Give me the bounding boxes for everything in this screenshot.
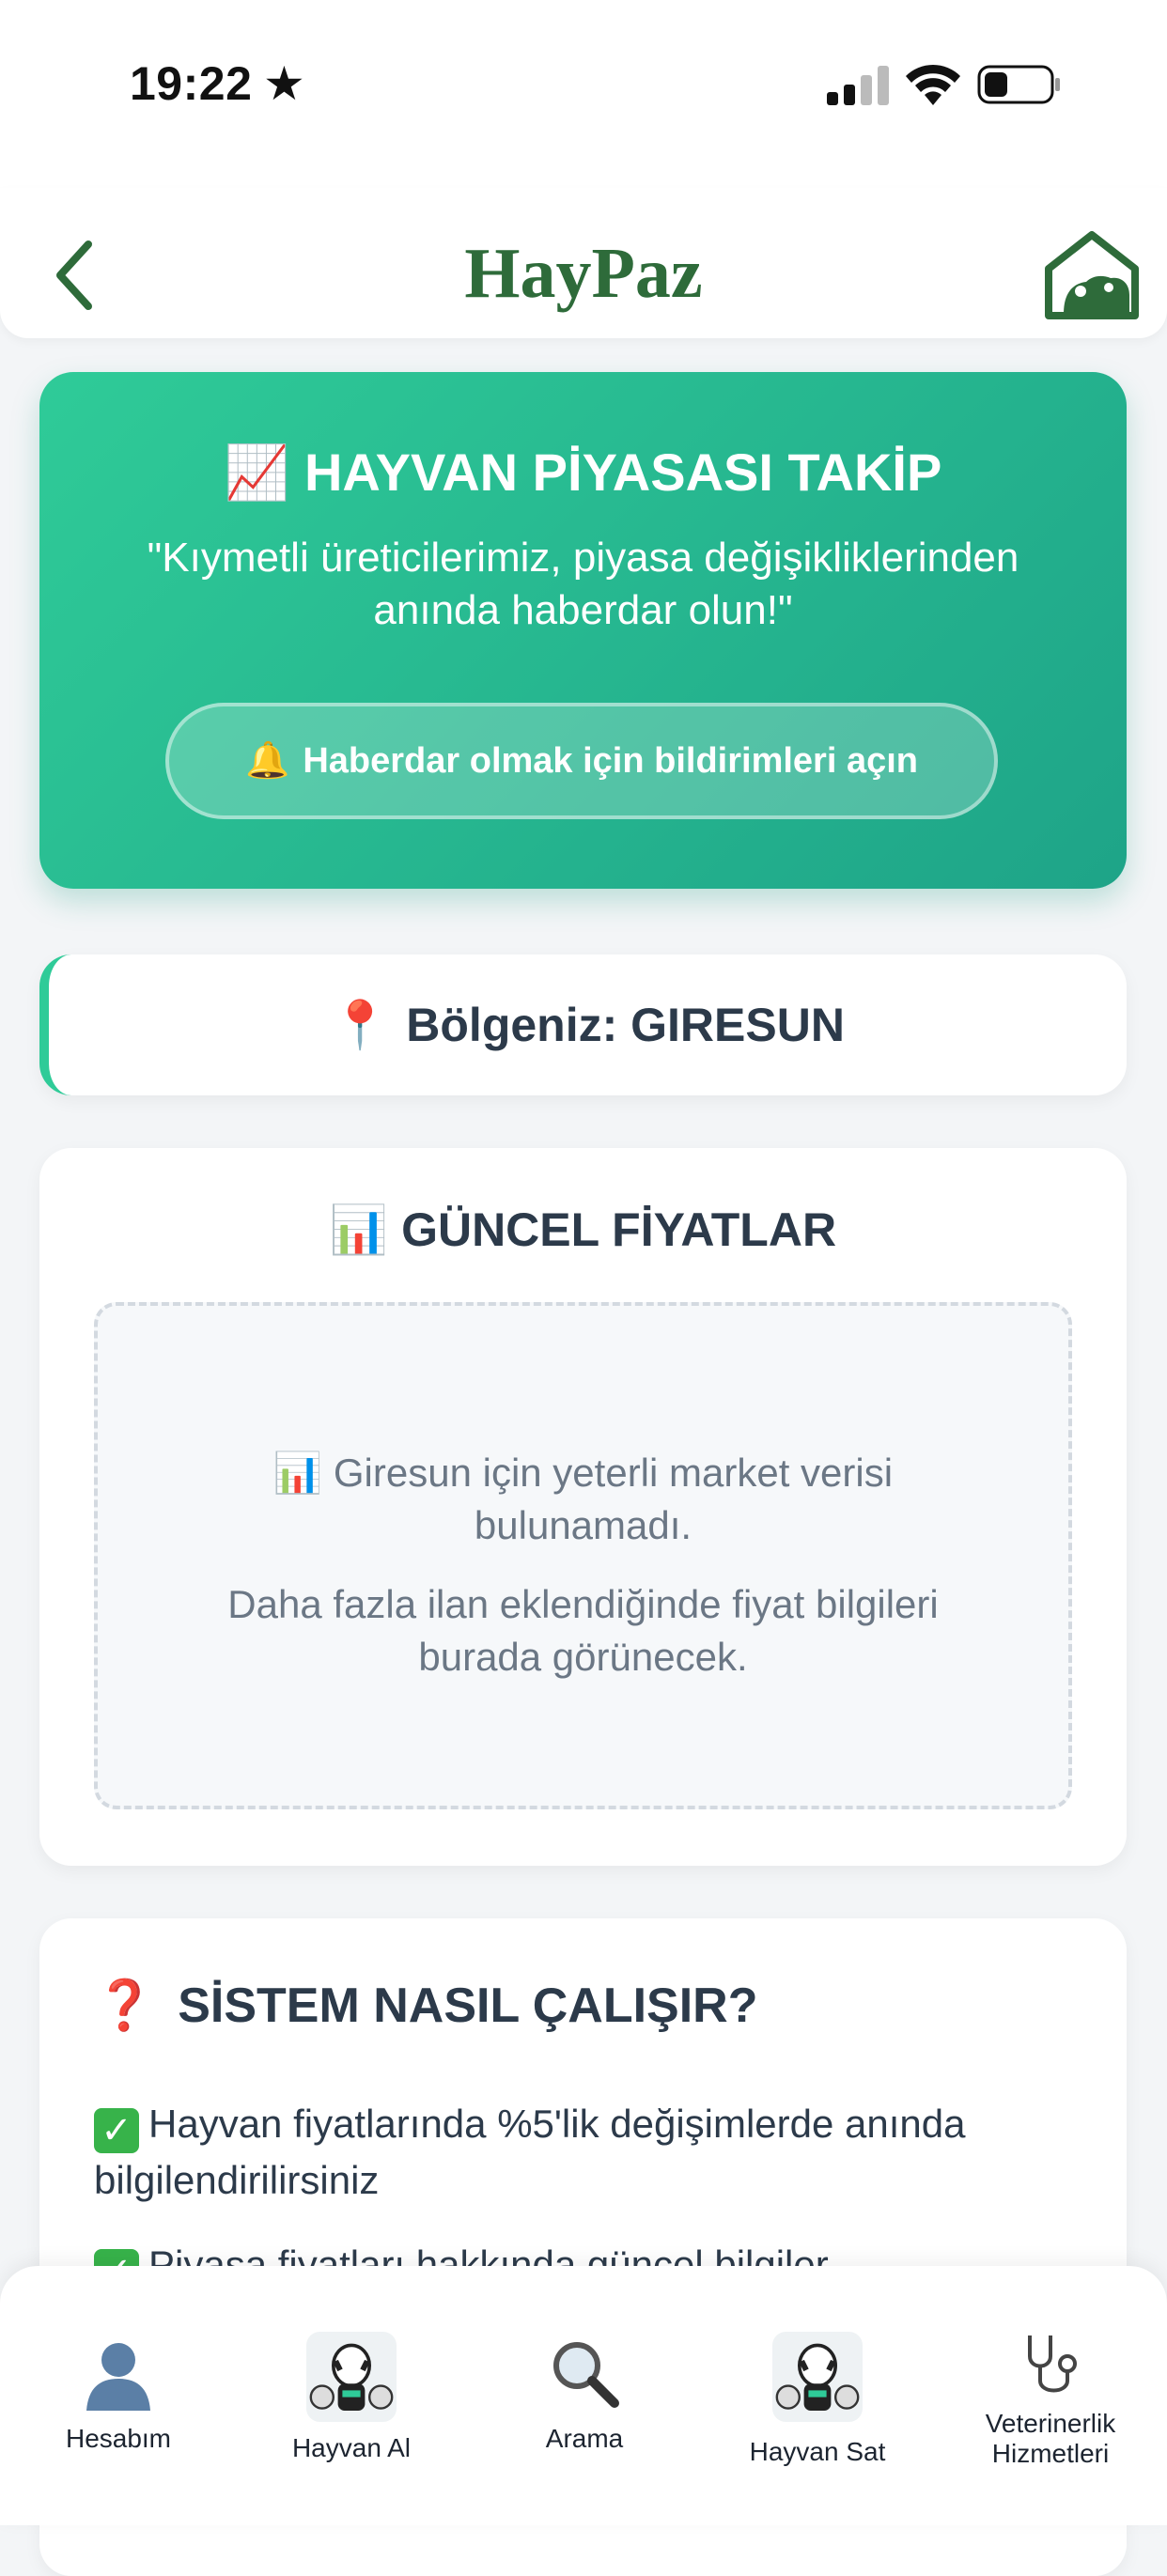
bar-chart-icon: 📊 xyxy=(329,1203,389,1256)
question-icon: ❓ xyxy=(94,1979,155,2033)
hero-title-text: HAYVAN PİYASASI TAKİP xyxy=(303,442,942,502)
tab-label: Veterinerlik Hizmetleri xyxy=(985,2409,1116,2468)
trend-chart-icon: 📈 xyxy=(224,442,290,502)
market-hero-card: 📈 HAYVAN PİYASASI TAKİP "Kıymetli üretic… xyxy=(39,372,1127,889)
list-item-text: Hayvan fiyatlarında %5'lik değişimlerde … xyxy=(94,2102,966,2202)
tab-veterinary[interactable]: Veterinerlik Hizmetleri xyxy=(934,2266,1167,2525)
how-title-text: SİSTEM NASIL ÇALIŞIR? xyxy=(178,1979,758,2033)
prices-title: 📊 GÜNCEL FİYATLAR xyxy=(39,1203,1127,1258)
region-label: Bölgeniz: GIRESUN xyxy=(406,999,845,1051)
battery-icon xyxy=(977,65,1060,104)
stethoscope-icon xyxy=(1028,2335,1077,2393)
list-item: ✓ Hayvan fiyatlarında %5'lik değişimlerde… xyxy=(94,2097,1071,2208)
livestock-icon xyxy=(772,2332,863,2422)
app-title: HayPaz xyxy=(464,234,703,313)
how-title: ❓ SİSTEM NASIL ÇALIŞIR? xyxy=(94,1977,758,2034)
tab-account[interactable]: Hesabım xyxy=(2,2266,235,2525)
enable-notifications-button[interactable]: 🔔 Haberdar olmak için bildirimleri açın xyxy=(165,703,998,819)
prices-title-text: GÜNCEL FİYATLAR xyxy=(401,1203,837,1256)
tab-label: Hayvan Sat xyxy=(749,2437,886,2466)
region-card: 📍 Bölgeniz: GIRESUN xyxy=(39,954,1127,1095)
tab-label: Hesabım xyxy=(65,2424,172,2453)
livestock-icon xyxy=(306,2332,397,2422)
empty-hint: Daha fazla ilan eklendiğinde fiyat bilgi… xyxy=(227,1582,939,1679)
empty-message: 📊 Giresun için yeterli market verisi bul… xyxy=(192,1447,974,1552)
pin-icon: 📍 xyxy=(331,998,390,1051)
farm-home-icon[interactable] xyxy=(1043,229,1141,319)
tab-search[interactable]: Arama xyxy=(468,2266,701,2525)
person-icon xyxy=(86,2343,150,2411)
status-time: 19:22 xyxy=(130,57,253,110)
bell-icon: 🔔 xyxy=(245,741,290,781)
current-prices-card: 📊 GÜNCEL FİYATLAR 📊 Giresun için yeterli… xyxy=(39,1148,1127,1866)
signal-icon xyxy=(827,66,889,105)
empty-state: 📊 Giresun için yeterli market verisi bul… xyxy=(94,1302,1072,1809)
star-icon: ★ xyxy=(263,57,305,110)
enable-notifications-label: Haberdar olmak için bildirimleri açın xyxy=(303,740,918,781)
tab-buy-animal[interactable]: Hayvan Al xyxy=(235,2266,468,2525)
status-bar: 19:22 ★ xyxy=(0,0,1167,188)
hero-title: 📈 HAYVAN PİYASASI TAKİP xyxy=(39,442,1127,504)
tab-label: Arama xyxy=(545,2424,624,2453)
tab-sell-animal[interactable]: Hayvan Sat xyxy=(701,2266,934,2525)
bar-chart-icon: 📊 xyxy=(272,1451,323,1495)
tab-label: Hayvan Al xyxy=(291,2433,412,2462)
wifi-icon xyxy=(906,64,960,105)
hero-subtitle: "Kıymetli üreticilerimiz, piyasa değişik… xyxy=(147,535,1019,633)
search-icon xyxy=(553,2342,619,2408)
bottom-tab-bar: Hesabım Hayvan Al Arama Hayvan Sat Veter… xyxy=(0,2266,1167,2525)
check-icon: ✓ xyxy=(94,2108,139,2153)
empty-message-text: Giresun için yeterli market verisi bulun… xyxy=(333,1451,894,1547)
